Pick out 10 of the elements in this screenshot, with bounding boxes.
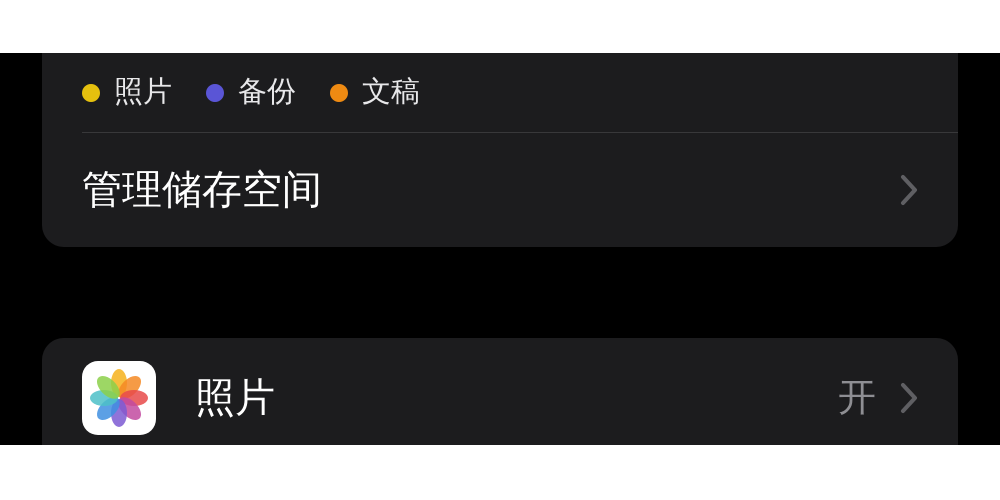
chevron-icon: [900, 382, 918, 414]
app-name: 照片: [195, 378, 275, 418]
legend-label: 备份: [238, 78, 296, 107]
app-row[interactable]: 照片 开: [82, 338, 918, 445]
legend-label: 文稿: [362, 78, 420, 107]
legend-label: 照片: [114, 78, 172, 107]
manage-storage-row[interactable]: 管理储存空间: [82, 133, 958, 247]
photos-app-icon: [82, 361, 156, 435]
chevron-icon: [900, 174, 918, 206]
app-status: 开: [838, 379, 876, 417]
